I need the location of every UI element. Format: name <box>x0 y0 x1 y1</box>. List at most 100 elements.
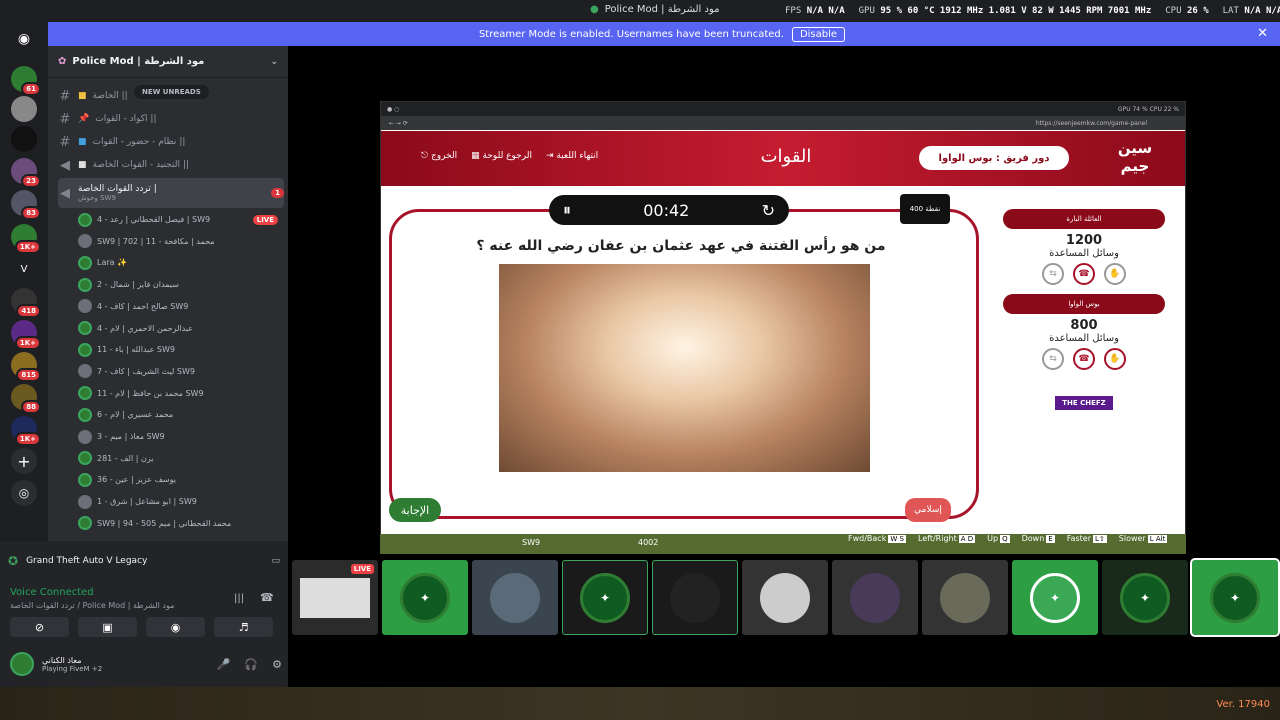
participant-tile[interactable]: ✦ <box>1102 560 1188 635</box>
voice-user[interactable]: صالح احمد | كاف - 4 SW9 <box>78 297 278 316</box>
avatar <box>78 364 92 379</box>
phone-icon[interactable]: ☎ <box>1073 348 1095 370</box>
server-icon[interactable]: 83 <box>11 190 41 220</box>
disable-button[interactable]: Disable <box>791 26 846 42</box>
avatar <box>78 342 92 357</box>
voice-user[interactable]: يزن | الف - 281 <box>78 449 278 468</box>
participant-tile[interactable]: ✦ <box>1012 560 1098 635</box>
server-icon[interactable]: 1K+ <box>11 224 41 254</box>
voice-connected-status[interactable]: Voice Connected <box>10 587 94 598</box>
voice-user[interactable]: معاذ | ميم - 3 SW9 <box>78 427 278 446</box>
voice-user-name: صالح احمد | كاف - 4 SW9 <box>97 301 189 311</box>
live-badge: LIVE <box>252 214 278 225</box>
category-badge: إسلامي <box>905 498 951 522</box>
video-off-button[interactable]: ⊘ <box>10 617 69 637</box>
soundboard-button[interactable]: ♬ <box>214 617 273 637</box>
version-label: Ver. 17940 <box>1216 699 1270 710</box>
voice-user-name: SW9 | محمد | مكافحة - 11 | 702 <box>97 236 215 246</box>
voice-user[interactable]: سيمدان فايز | شمال - 2 <box>78 275 278 294</box>
swap-icon[interactable]: ⇆ <box>1042 263 1064 285</box>
activities-button[interactable]: ◉ <box>146 617 205 637</box>
avatar <box>760 572 810 623</box>
server-icon[interactable]: 1K+ <box>11 320 41 350</box>
key-hint: Down E <box>1021 534 1055 543</box>
server-icon[interactable]: 88 <box>11 384 41 414</box>
voice-user-name: ابو مشاعل | شرق - 1 | SW9 <box>97 497 197 507</box>
participant-tile[interactable] <box>832 560 918 635</box>
hand-icon[interactable]: ✋ <box>1104 263 1126 285</box>
server-icon[interactable]: 418 <box>11 288 41 318</box>
stream-tile[interactable]: LIVE <box>292 560 378 635</box>
back-board-link[interactable]: ▦ الرجوع للوحة <box>471 151 532 161</box>
reset-icon[interactable]: ↻ <box>762 201 775 220</box>
avatar <box>78 451 92 466</box>
voice-user[interactable]: عبدالله | باء - 11 SW9 <box>78 340 278 359</box>
participant-tile[interactable] <box>472 560 558 635</box>
headphones-icon[interactable]: 🎧 <box>244 658 258 671</box>
explore-icon[interactable]: ◎ <box>11 480 37 506</box>
close-icon[interactable]: ✕ <box>1257 26 1268 41</box>
avatar <box>78 321 92 335</box>
server-icon[interactable]: V <box>11 256 37 282</box>
channel-item[interactable]: # ■ نظام - حضور - القوات || <box>58 132 284 152</box>
participant-tile[interactable] <box>922 560 1008 635</box>
server-icon[interactable] <box>11 126 37 152</box>
police-emblem-icon: ✦ <box>1120 572 1170 623</box>
participant-tile[interactable]: ✦ <box>1190 558 1280 637</box>
voice-user[interactable]: فيصل القحطاني | رعد - 4 | SW9 LIVE <box>78 210 278 229</box>
participant-tile[interactable] <box>652 560 738 635</box>
channel-item[interactable]: ◀ ■ التجنيد - القوات الخاصة || <box>58 155 284 175</box>
voice-user[interactable]: Lara ✨ <box>78 253 278 272</box>
question-image <box>499 264 870 472</box>
add-server-icon[interactable]: + <box>11 448 37 474</box>
hand-icon[interactable]: ✋ <box>1104 348 1126 370</box>
voice-user[interactable]: عبدالرحمن الاحمري | لام - 4 <box>78 319 278 338</box>
voice-user-name: محمد عسيري | لام - 6 <box>97 410 174 420</box>
avatar[interactable] <box>10 652 34 676</box>
server-icon[interactable] <box>11 96 37 122</box>
disconnect-icon[interactable]: ☎ <box>260 591 274 604</box>
guild-header[interactable]: ✿ Police Mod | مود الشرطة ⌄ <box>48 46 288 78</box>
voice-user-name: يزن | الف - 281 <box>97 453 154 463</box>
title-bar: ● Police Mod | مود الشرطة FPS N/A N/A GPU… <box>0 0 1280 22</box>
exit-link[interactable]: ⎋ الخروج <box>421 151 457 161</box>
voice-user[interactable]: ليث الشريف | كاف - 7 SW9 <box>78 362 278 381</box>
voice-user[interactable]: محمد عسيري | لام - 6 <box>78 405 278 424</box>
voice-user[interactable]: محمد بن حافظ | لام - 11 SW9 <box>78 384 278 403</box>
phone-icon[interactable]: ☎ <box>1073 263 1095 285</box>
screen-share-button[interactable]: ▣ <box>78 617 137 637</box>
server-icon[interactable]: 61 <box>11 66 41 96</box>
participant-tile[interactable]: ✦ <box>382 560 468 635</box>
chevron-down-icon[interactable]: ⌄ <box>270 57 278 67</box>
mic-icon[interactable]: 🎤 <box>217 658 231 671</box>
discord-home-icon[interactable]: ◉ <box>11 26 37 52</box>
streamer-mode-banner: Streamer Mode is enabled. Usernames have… <box>44 22 1280 46</box>
channel-item[interactable]: # 📌 اكواد - القوات || <box>58 109 284 129</box>
key-hint: Left/Right A D <box>917 534 976 543</box>
channel-item[interactable]: # ■ الخاصة || <box>58 86 284 106</box>
server-icon: ● <box>590 4 599 15</box>
voice-user[interactable]: SW9 | محمد | مكافحة - 11 | 702 <box>78 232 278 251</box>
police-emblem-icon: ✦ <box>580 572 630 623</box>
participant-tile[interactable] <box>742 560 828 635</box>
voice-channel-path[interactable]: تردد القوات الخاصة / Police Mod | مود ال… <box>10 601 174 610</box>
server-icon[interactable]: 815 <box>11 352 41 382</box>
end-game-link[interactable]: ⇥ انتهاء اللعبة <box>546 151 598 161</box>
participant-tile[interactable]: ✦ <box>562 560 648 635</box>
voice-user[interactable]: يوسف عزيز | عين - 36 <box>78 470 278 489</box>
voice-user[interactable]: SW9 | 94 - محمد القحطاني | ميم 505 <box>78 514 278 533</box>
settings-icon[interactable]: ⚙ <box>272 658 282 671</box>
server-icon[interactable]: 23 <box>11 158 41 188</box>
signal-icon[interactable]: ||| <box>234 593 244 604</box>
server-icon[interactable]: 1K+ <box>11 416 41 446</box>
answer-button[interactable]: الإجابة <box>389 498 441 522</box>
stream-game-window: ● ○ GPU 74 % CPU 22 % ← → ⟳ https://seenje… <box>380 101 1186 553</box>
pause-icon[interactable]: ⏸ <box>563 200 571 220</box>
swap-icon[interactable]: ⇆ <box>1042 348 1064 370</box>
voice-channel-active[interactable]: ◀ تردد القوات الخاصة | وحوش SW9 1 <box>58 178 284 208</box>
voice-user-name: معاذ | ميم - 3 SW9 <box>97 432 165 441</box>
voice-user[interactable]: ابو مشاعل | شرق - 1 | SW9 <box>78 492 278 511</box>
share-screen-icon[interactable]: ▭ <box>271 556 280 566</box>
voice-user-name: يوسف عزيز | عين - 36 <box>97 475 176 485</box>
avatar <box>78 407 92 422</box>
